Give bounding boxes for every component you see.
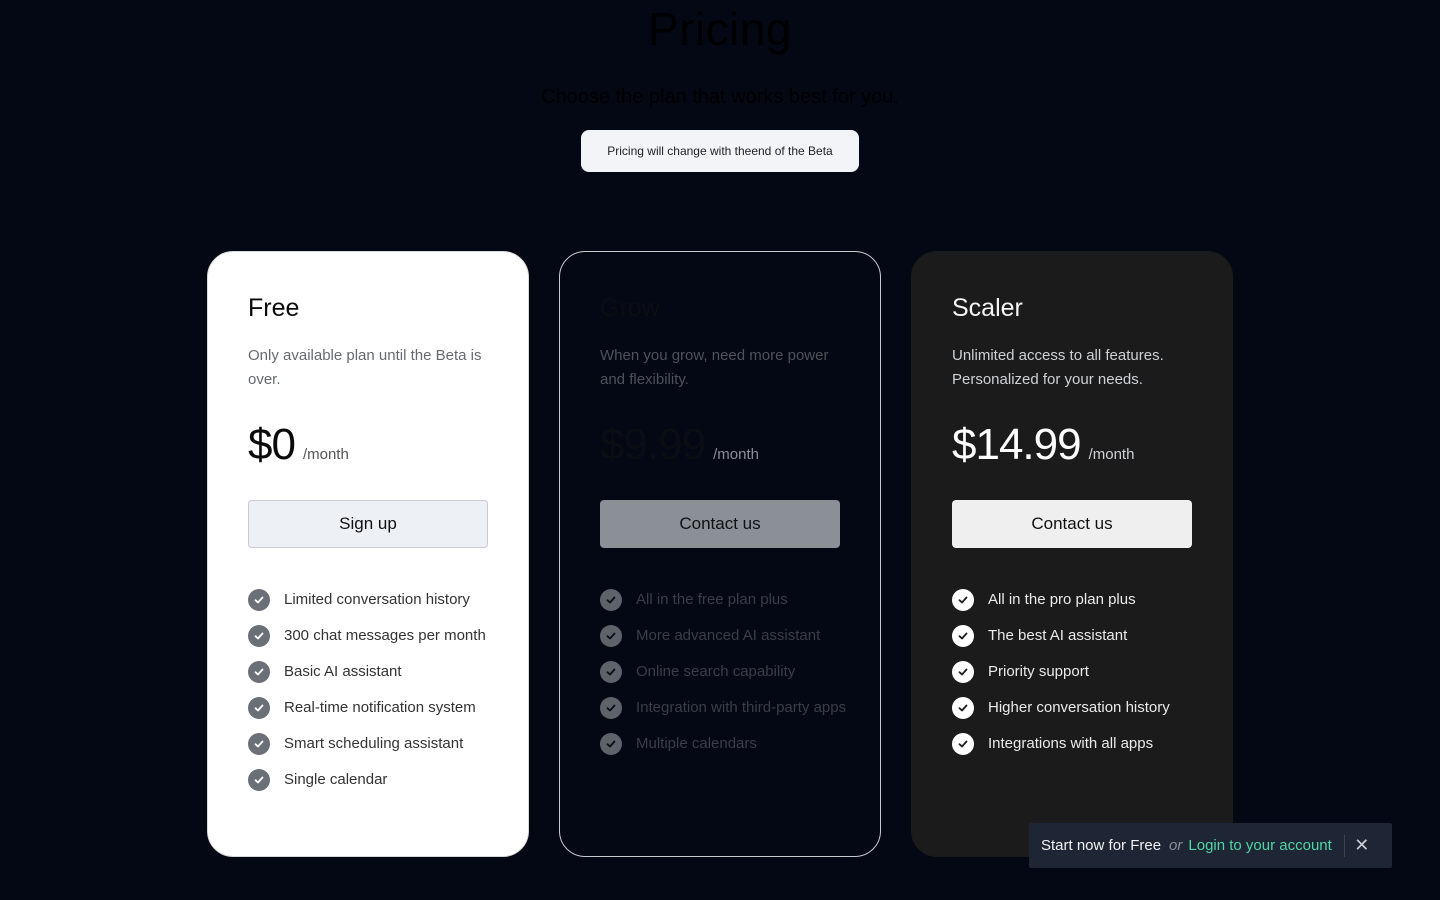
plan-card-scaler: Scaler Unlimited access to all features.…	[911, 251, 1233, 857]
feature-item: Basic AI assistant	[248, 660, 498, 684]
plan-description: When you grow, need more power and flexi…	[600, 347, 829, 388]
feature-item: Limited conversation history	[248, 588, 498, 612]
check-circle-icon	[952, 733, 974, 755]
feature-item: More advanced AI assistant	[600, 624, 850, 648]
plan-description: Only available plan until the Beta is ov…	[248, 347, 482, 388]
feature-label: The best AI assistant	[988, 627, 1128, 644]
price-row: $0 /month	[248, 420, 349, 470]
check-circle-icon	[248, 625, 270, 647]
feature-list: Limited conversation history 300 chat me…	[248, 588, 498, 804]
feature-label: Integrations with all apps	[988, 735, 1154, 752]
plan-card-grow: Grow When you grow, need more power and …	[559, 251, 881, 857]
feature-label: Online search capability	[636, 663, 796, 680]
plan-price: $9.99	[600, 420, 706, 469]
contact-us-button[interactable]: Contact us	[952, 500, 1192, 548]
feature-item: Integrations with all apps	[952, 732, 1202, 756]
feature-list: All in the pro plan plus The best AI ass…	[952, 588, 1202, 768]
plan-name: Free	[248, 294, 300, 322]
feature-item: The best AI assistant	[952, 624, 1202, 648]
check-circle-icon	[600, 661, 622, 683]
feature-list: All in the free plan plus More advanced …	[600, 588, 850, 768]
feature-item: All in the free plan plus	[600, 588, 850, 612]
feature-label: Real-time notification system	[284, 699, 476, 716]
check-circle-icon	[248, 697, 270, 719]
check-circle-icon	[248, 661, 270, 683]
feature-item: All in the pro plan plus	[952, 588, 1202, 612]
feature-item: Single calendar	[248, 768, 498, 792]
feature-item: Smart scheduling assistant	[248, 732, 498, 756]
feature-item: Priority support	[952, 660, 1202, 684]
feature-label: Integration with third-party apps	[636, 699, 847, 716]
feature-label: All in the free plan plus	[636, 591, 788, 608]
check-circle-icon	[248, 733, 270, 755]
check-circle-icon	[600, 589, 622, 611]
pricing-page: Pricing Choose the plan that works best …	[0, 0, 1440, 900]
check-circle-icon	[248, 769, 270, 791]
plan-name: Scaler	[952, 294, 1023, 322]
feature-item: Online search capability	[600, 660, 850, 684]
feature-label: Basic AI assistant	[284, 663, 402, 680]
login-link[interactable]: Login to your account	[1188, 837, 1331, 854]
feature-label: Limited conversation history	[284, 591, 470, 608]
sign-up-button[interactable]: Sign up	[248, 500, 488, 548]
check-circle-icon	[600, 733, 622, 755]
feature-item: Higher conversation history	[952, 696, 1202, 720]
contact-us-button[interactable]: Contact us	[600, 500, 840, 548]
plan-name: Grow	[600, 294, 660, 322]
plan-period: /month	[1088, 446, 1135, 463]
plan-period: /month	[302, 446, 349, 463]
price-row: $14.99 /month	[952, 420, 1134, 470]
plan-price: $14.99	[952, 420, 1082, 469]
feature-label: Smart scheduling assistant	[284, 735, 464, 752]
check-circle-icon	[600, 625, 622, 647]
plan-price: $0	[248, 420, 296, 469]
feature-item: Integration with third-party apps	[600, 696, 850, 720]
feature-label: Multiple calendars	[636, 735, 757, 752]
feature-item: 300 chat messages per month	[248, 624, 498, 648]
check-circle-icon	[952, 589, 974, 611]
check-circle-icon	[952, 661, 974, 683]
close-icon[interactable]: ✕	[1345, 823, 1379, 868]
feature-label: Priority support	[988, 663, 1089, 680]
plan-period: /month	[713, 446, 759, 463]
feature-label: Single calendar	[284, 771, 388, 788]
feature-label: More advanced AI assistant	[636, 627, 821, 644]
feature-item: Real-time notification system	[248, 696, 498, 720]
toast-or: or	[1169, 837, 1183, 854]
check-circle-icon	[952, 697, 974, 719]
plan-card-free: Free Only available plan until the Beta …	[207, 251, 529, 857]
beta-notice-badge: Pricing will change with theend of the B…	[581, 130, 859, 172]
page-title: Pricing	[647, 3, 793, 55]
price-row: $9.99 /month	[600, 420, 759, 470]
check-circle-icon	[952, 625, 974, 647]
feature-label: All in the pro plan plus	[988, 591, 1136, 608]
feature-label: Higher conversation history	[988, 699, 1170, 716]
toast-text: Start now for Free	[1041, 837, 1162, 854]
page-subtitle: Choose the plan that works best for you.	[541, 86, 899, 108]
check-circle-icon	[600, 697, 622, 719]
feature-label: 300 chat messages per month	[284, 627, 486, 644]
plan-description: Unlimited access to all features. Person…	[952, 347, 1164, 388]
feature-item: Multiple calendars	[600, 732, 850, 756]
signup-toast: Start now for Free or Login to your acco…	[1029, 823, 1392, 868]
check-circle-icon	[248, 589, 270, 611]
